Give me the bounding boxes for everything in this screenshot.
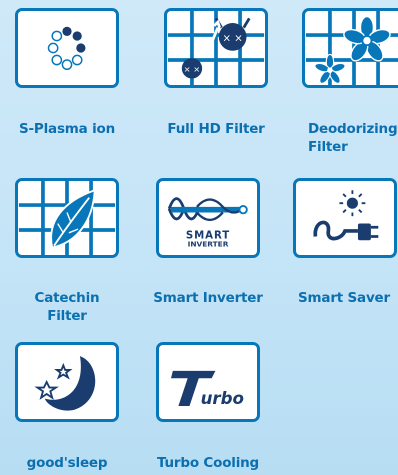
feature-label: S-Plasma ion bbox=[19, 121, 115, 137]
feature-label: Deodorizing Filter bbox=[308, 121, 398, 155]
feature-full-hd-filter: × × × × bbox=[164, 8, 268, 88]
feature-label: Turbo Cooling bbox=[156, 455, 260, 471]
feature-turbo-cooling: urbo bbox=[156, 342, 260, 422]
feature-deodorizing-filter bbox=[302, 8, 398, 88]
filter-bacteria-icon: × × × × bbox=[164, 8, 268, 88]
feature-good-sleep bbox=[15, 342, 119, 422]
feature-catechin-filter bbox=[15, 178, 119, 258]
turbo-logo-text: urbo bbox=[201, 389, 244, 408]
filter-flowers-icon bbox=[302, 8, 398, 88]
svg-text:× ×: × × bbox=[223, 34, 243, 45]
feature-label: Smart Inverter bbox=[153, 290, 263, 306]
plug-sun-icon bbox=[293, 178, 397, 258]
inverter-wave-icon: SMART INVERTER bbox=[156, 178, 260, 258]
svg-text:× ×: × × bbox=[184, 64, 201, 74]
feature-label: good'sleep bbox=[26, 455, 108, 471]
feature-label: Full HD Filter bbox=[167, 121, 265, 137]
plasma-dots-icon bbox=[15, 8, 119, 88]
feature-smart-saver bbox=[293, 178, 397, 258]
inverter-badge-inverter: INVERTER bbox=[188, 240, 229, 249]
feature-label: Catechin Filter bbox=[34, 290, 100, 324]
feature-s-plasma-ion bbox=[15, 8, 119, 88]
turbo-logo-icon: urbo bbox=[156, 342, 260, 422]
feature-smart-inverter: SMART INVERTER bbox=[156, 178, 260, 258]
feature-label: Smart Saver bbox=[298, 290, 390, 306]
moon-stars-icon bbox=[15, 342, 119, 422]
filter-leaf-icon bbox=[15, 178, 119, 258]
